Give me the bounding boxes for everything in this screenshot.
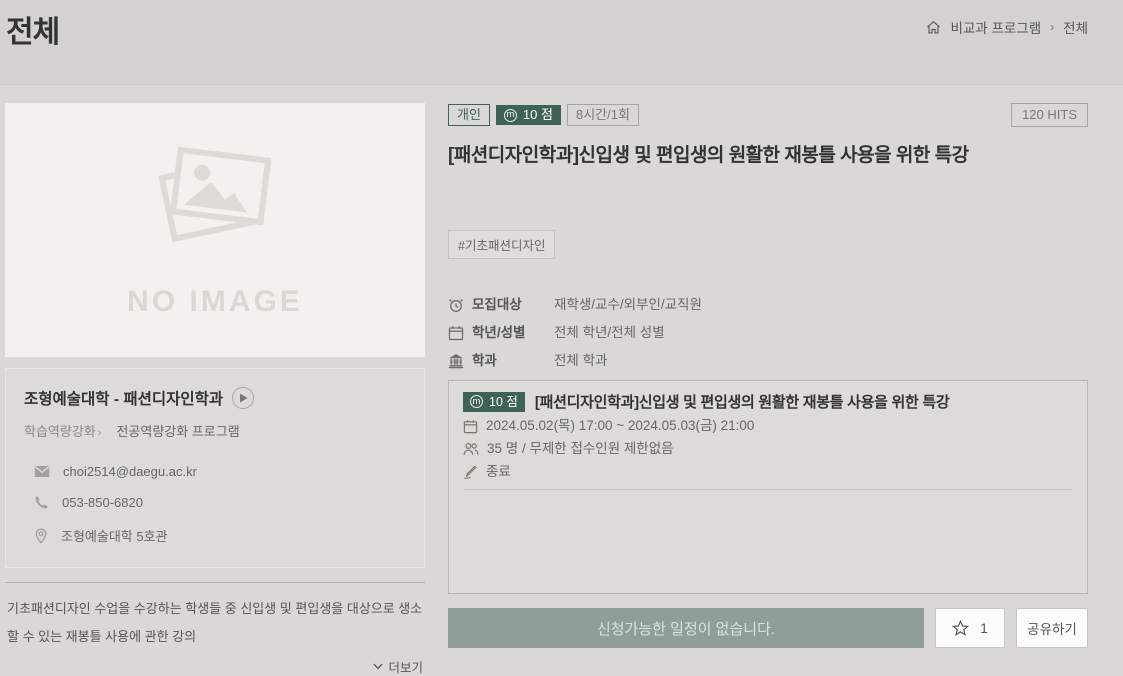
schedule-status-row: 종료 — [463, 463, 1073, 481]
program-type-label: 전공역량강화 프로그램 — [116, 424, 239, 439]
contact-list: choi2514@daegu.ac.kr 053-850-6820 — [24, 464, 406, 545]
phone-value: 053-850-6820 — [62, 495, 143, 510]
info-value: 전체 학년/전체 성별 — [554, 323, 665, 342]
more-button-label: 더보기 — [388, 657, 423, 676]
breadcrumb-link-programs[interactable]: 비교과 프로그램 — [950, 17, 1041, 37]
schedule-date: 2024.05.02(목) 17:00 ~ 2024.05.03(금) 21:0… — [486, 417, 754, 435]
contact-phone-row: 053-850-6820 — [34, 495, 406, 510]
program-title: [패션디자인학과]신입생 및 편입생의 원활한 재봉틀 사용을 위한 특강 — [448, 140, 1088, 167]
schedule-status: 종료 — [486, 463, 511, 481]
left-column: NO IMAGE 조형예술대학 - 패션디자인학과 학습역량강화› 전공역량강화 … — [5, 103, 425, 676]
page-title: 전체 — [6, 7, 59, 51]
breadcrumb-link-current[interactable]: 전체 — [1063, 17, 1088, 37]
schedule-date-row: 2024.05.02(목) 17:00 ~ 2024.05.03(금) 21:0… — [463, 417, 1073, 435]
more-button[interactable]: 더보기 — [373, 657, 423, 676]
category-label[interactable]: 학습역량강화 — [24, 424, 96, 439]
info-label: 학년/성별 — [472, 323, 554, 342]
play-button[interactable] — [232, 387, 254, 409]
info-label: 모집대상 — [472, 295, 554, 314]
schedule-title: [패션디자인학과]신입생 및 편입생의 원활한 재봉틀 사용을 위한 특강 — [535, 391, 949, 412]
page-header: 전체 비교과 프로그램 › 전체 — [0, 0, 1123, 85]
badge-row: 개인 m 10 점 8시간/1회 120 HITS — [448, 103, 1088, 127]
schedule-item[interactable]: m 10 점 [패션디자인학과]신입생 및 편입생의 원활한 재봉틀 사용을 위… — [463, 391, 1073, 490]
phone-icon — [34, 495, 49, 510]
mileage-icon: m — [470, 395, 483, 408]
schedule-points-label: 10 점 — [489, 394, 518, 410]
no-image-label: NO IMAGE — [127, 285, 303, 319]
action-row: 신청가능한 일정이 없습니다. 1 공유하기 — [448, 608, 1088, 648]
mail-icon — [34, 465, 50, 478]
location-pin-icon — [34, 528, 48, 544]
email-value: choi2514@daegu.ac.kr — [63, 464, 197, 479]
schedule-card: m 10 점 [패션디자인학과]신입생 및 편입생의 원활한 재봉틀 사용을 위… — [448, 380, 1088, 594]
contact-email-row: choi2514@daegu.ac.kr — [34, 464, 406, 479]
category-separator: › — [98, 427, 102, 439]
badge-type: 개인 — [448, 104, 490, 126]
play-icon — [239, 393, 248, 403]
star-icon — [952, 620, 969, 636]
program-category-path: 학습역량강화› 전공역량강화 프로그램 — [24, 421, 406, 440]
chevron-down-icon — [373, 663, 383, 670]
program-image-placeholder: NO IMAGE — [5, 103, 425, 357]
program-info-rows: 모집대상 재학생/교수/외부인/교직원 학년/성별 전체 학년/전체 성별 — [448, 295, 1088, 370]
hashtag[interactable]: #기초패션디자인 — [448, 230, 555, 259]
calendar-icon — [448, 325, 472, 341]
info-value: 전체 학과 — [554, 351, 607, 370]
main-content: NO IMAGE 조형예술대학 - 패션디자인학과 학습역량강화› 전공역량강화 … — [0, 85, 1123, 676]
people-icon — [463, 442, 479, 456]
alarm-clock-icon — [448, 297, 472, 313]
info-row-department: 학과 전체 학과 — [448, 351, 1088, 370]
contact-location-row: 조형예술대학 5호관 — [34, 526, 406, 545]
breadcrumb: 비교과 프로그램 › 전체 — [926, 17, 1088, 37]
program-description: 기초패션디자인 수업을 수강하는 학생들 중 신입생 및 편입생을 대상으로 생… — [7, 595, 423, 651]
schedule-capacity-row: 35 명 / 무제한 접수인원 제한없음 — [463, 440, 1073, 458]
program-detail-panel: 개인 m 10 점 8시간/1회 120 HITS [패션디자인학과]신입생 및… — [448, 103, 1088, 676]
schedule-points-badge: m 10 점 — [463, 392, 525, 412]
tag-row: #기초패션디자인 — [448, 230, 1088, 259]
apply-button[interactable]: 신청가능한 일정이 없습니다. — [448, 608, 924, 648]
location-value: 조형예술대학 5호관 — [61, 526, 168, 545]
calendar-icon — [463, 419, 478, 434]
home-icon[interactable] — [926, 20, 941, 35]
no-image-icon — [148, 141, 283, 251]
organizer-card: 조형예술대학 - 패션디자인학과 학습역량강화› 전공역량강화 프로그램 — [5, 368, 425, 568]
schedule-capacity: 35 명 / 무제한 접수인원 제한없음 — [487, 440, 674, 458]
university-icon — [448, 353, 472, 369]
info-value: 재학생/교수/외부인/교직원 — [554, 295, 702, 314]
mileage-icon: m — [504, 109, 517, 122]
hits-badge: 120 HITS — [1011, 103, 1088, 127]
pen-icon — [463, 465, 478, 480]
breadcrumb-separator: › — [1050, 20, 1054, 34]
favorite-count: 1 — [980, 620, 988, 636]
info-label: 학과 — [472, 351, 554, 370]
badge-duration: 8시간/1회 — [567, 104, 639, 126]
share-button[interactable]: 공유하기 — [1016, 608, 1088, 648]
badge-points-label: 10 점 — [523, 107, 553, 123]
info-row-grade-gender: 학년/성별 전체 학년/전체 성별 — [448, 323, 1088, 342]
program-description-section: 기초패션디자인 수업을 수강하는 학생들 중 신입생 및 편입생을 대상으로 생… — [5, 582, 425, 676]
badge-points: m 10 점 — [496, 105, 561, 125]
info-row-target: 모집대상 재학생/교수/외부인/교직원 — [448, 295, 1088, 314]
favorite-button[interactable]: 1 — [935, 608, 1005, 648]
organizer-name: 조형예술대학 - 패션디자인학과 — [24, 387, 223, 409]
